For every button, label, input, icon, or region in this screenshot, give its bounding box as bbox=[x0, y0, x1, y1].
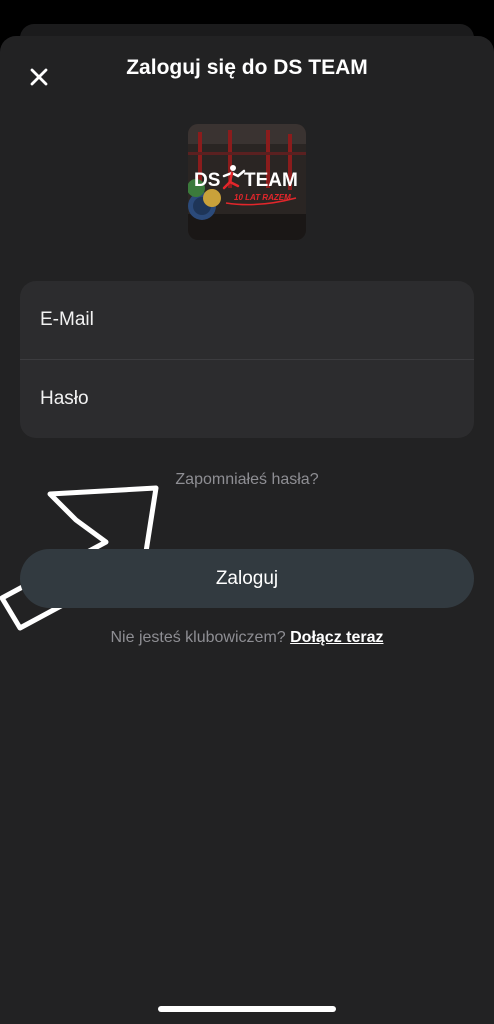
page-title: Zaloguj się do DS TEAM bbox=[126, 56, 368, 79]
club-logo: DS TEAM 10 LAT RAZEM bbox=[188, 124, 306, 240]
logo-text-ds: DS bbox=[194, 170, 220, 191]
forgot-password-link[interactable]: Zapomniałeś hasła? bbox=[0, 469, 494, 491]
password-field-container bbox=[20, 360, 474, 438]
email-field[interactable] bbox=[40, 309, 440, 331]
logo-text-team: TEAM bbox=[244, 170, 298, 191]
home-indicator[interactable] bbox=[158, 1006, 336, 1012]
login-screen: Zaloguj się do DS TEAM DS TEAM 10 LAT RA… bbox=[0, 0, 494, 1024]
login-form bbox=[20, 281, 474, 438]
not-member-text: Nie jesteś klubowiczem? bbox=[110, 629, 286, 646]
login-button[interactable]: Zaloguj bbox=[20, 549, 474, 608]
join-row: Nie jesteś klubowiczem? Dołącz teraz bbox=[0, 627, 494, 649]
email-field-container bbox=[20, 281, 474, 359]
password-field[interactable] bbox=[40, 388, 440, 410]
join-now-link[interactable]: Dołącz teraz bbox=[290, 629, 383, 646]
